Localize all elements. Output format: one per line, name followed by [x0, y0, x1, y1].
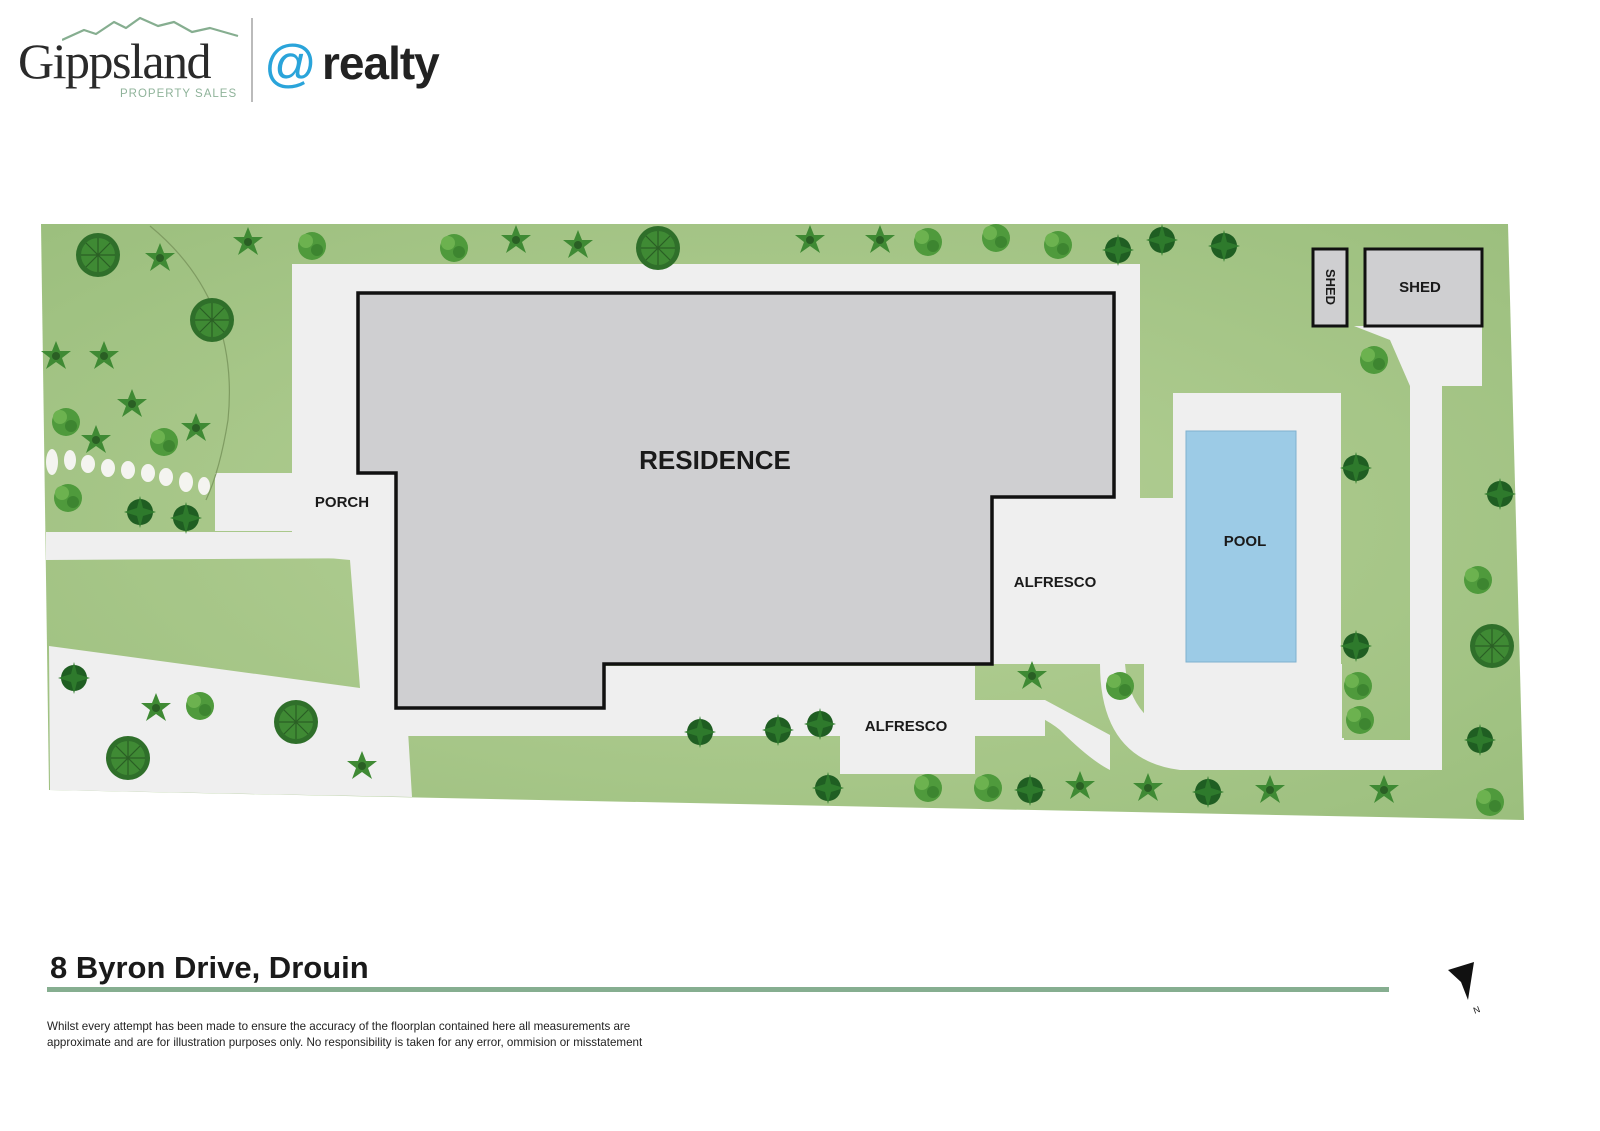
shed-large-label: SHED	[1399, 279, 1441, 296]
porch-label: PORCH	[315, 494, 369, 511]
residence-label: RESIDENCE	[639, 445, 791, 475]
north-arrow-icon: N	[1448, 962, 1482, 1016]
property-address: 8 Byron Drive, Drouin	[50, 950, 369, 985]
disclaimer-text: Whilst every attempt has been made to en…	[47, 1020, 643, 1049]
shed-small-label: SHED	[1323, 269, 1338, 305]
alfresco-south-label: ALFRESCO	[865, 718, 948, 735]
compass-label: N	[1472, 1004, 1482, 1016]
accent-rule	[47, 987, 1389, 992]
alfresco-east-label: ALFRESCO	[1014, 574, 1097, 591]
pool-label: POOL	[1224, 533, 1267, 550]
